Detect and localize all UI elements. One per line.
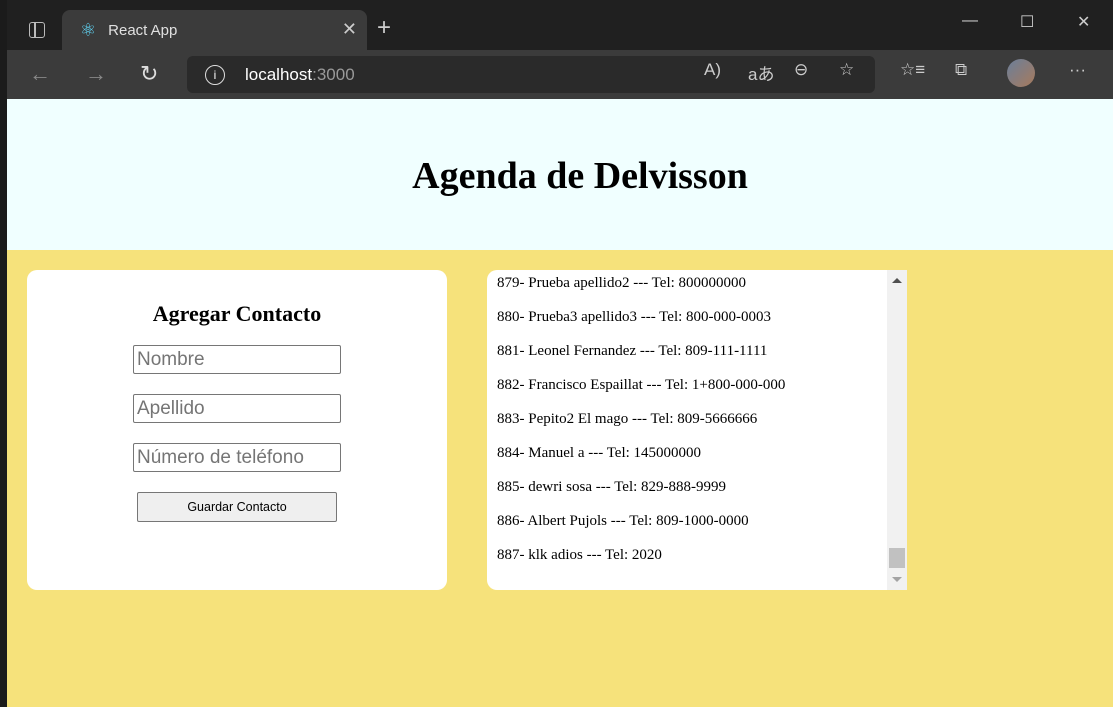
refresh-icon[interactable]: ↻ (140, 61, 158, 87)
maximize-icon[interactable]: ☐ (1020, 12, 1034, 32)
list-item: 879- Prueba apellido2 --- Tel: 800000000 (497, 275, 747, 291)
list-item: 883- Pepito2 El mago --- Tel: 809-566666… (497, 411, 758, 427)
page: Agenda de Delvisson Agregar Contacto Gua… (7, 99, 1113, 707)
scroll-up-arrow-icon[interactable] (892, 278, 902, 283)
page-header: Agenda de Delvisson (7, 99, 1113, 250)
tab-react-app[interactable]: ⚛ React App ✕ (62, 10, 367, 50)
new-tab-icon[interactable]: + (377, 14, 391, 42)
browser-chrome: ⚛ React App ✕ + — ☐ ✕ ← → ↻ i localhost:… (7, 0, 1113, 99)
info-icon[interactable]: i (205, 64, 225, 85)
scrollbar-thumb[interactable] (889, 548, 905, 568)
telefono-input[interactable] (133, 443, 341, 472)
add-contact-form: Agregar Contacto Guardar Contacto (27, 270, 447, 590)
sidebar-toggle-icon[interactable] (29, 22, 45, 38)
forward-icon[interactable]: → (85, 61, 107, 87)
nombre-input[interactable] (133, 345, 341, 374)
scroll-down-arrow-icon[interactable] (892, 577, 902, 582)
background-window-edge (0, 0, 7, 707)
list-item: 882- Francisco Espaillat --- Tel: 1+800-… (497, 377, 786, 393)
more-icon[interactable]: ··· (1069, 60, 1086, 80)
list-item: 887- klk adios --- Tel: 2020 (497, 547, 662, 563)
translate-icon[interactable]: aあ (748, 60, 774, 85)
favorites-icon[interactable]: ☆≡ (900, 60, 925, 80)
minimize-icon[interactable]: — (962, 12, 978, 30)
react-logo-icon: ⚛ (80, 19, 97, 40)
scrollbar[interactable] (887, 270, 907, 590)
contact-list[interactable]: 879- Prueba apellido2 --- Tel: 800000000… (487, 270, 907, 590)
list-item: 884- Manuel a --- Tel: 145000000 (497, 445, 702, 461)
tab-bar: ⚛ React App ✕ + — ☐ ✕ (7, 0, 1113, 50)
list-item: 880- Prueba3 apellido3 --- Tel: 800-000-… (497, 309, 772, 325)
form-title: Agregar Contacto (152, 301, 322, 326)
address-port: :3000 (312, 64, 355, 84)
zoom-out-icon[interactable]: ⊖ (794, 60, 808, 80)
profile-avatar[interactable] (1007, 59, 1035, 87)
apellido-input[interactable] (133, 394, 341, 423)
add-favorite-icon[interactable]: ☆ (839, 60, 854, 80)
read-aloud-icon[interactable]: A) (704, 60, 721, 80)
address-host: localhost (245, 64, 313, 84)
collections-icon[interactable]: ⧉ (955, 60, 967, 80)
save-contact-button[interactable]: Guardar Contacto (137, 492, 337, 522)
list-item: 886- Albert Pujols --- Tel: 809-1000-000… (497, 513, 749, 529)
list-item: 885- dewri sosa --- Tel: 829-888-9999 (497, 479, 727, 495)
close-tab-icon[interactable]: ✕ (342, 19, 357, 40)
list-item: 881- Leonel Fernandez --- Tel: 809-111-1… (497, 343, 768, 359)
page-title: Agenda de Delvisson (412, 154, 748, 197)
tab-title: React App (108, 21, 178, 39)
back-icon[interactable]: ← (29, 61, 51, 87)
close-window-icon[interactable]: ✕ (1077, 12, 1090, 32)
navigation-toolbar: ← → ↻ i localhost:3000 A) aあ ⊖ ☆ ☆≡ ⧉ ··… (7, 50, 1113, 99)
